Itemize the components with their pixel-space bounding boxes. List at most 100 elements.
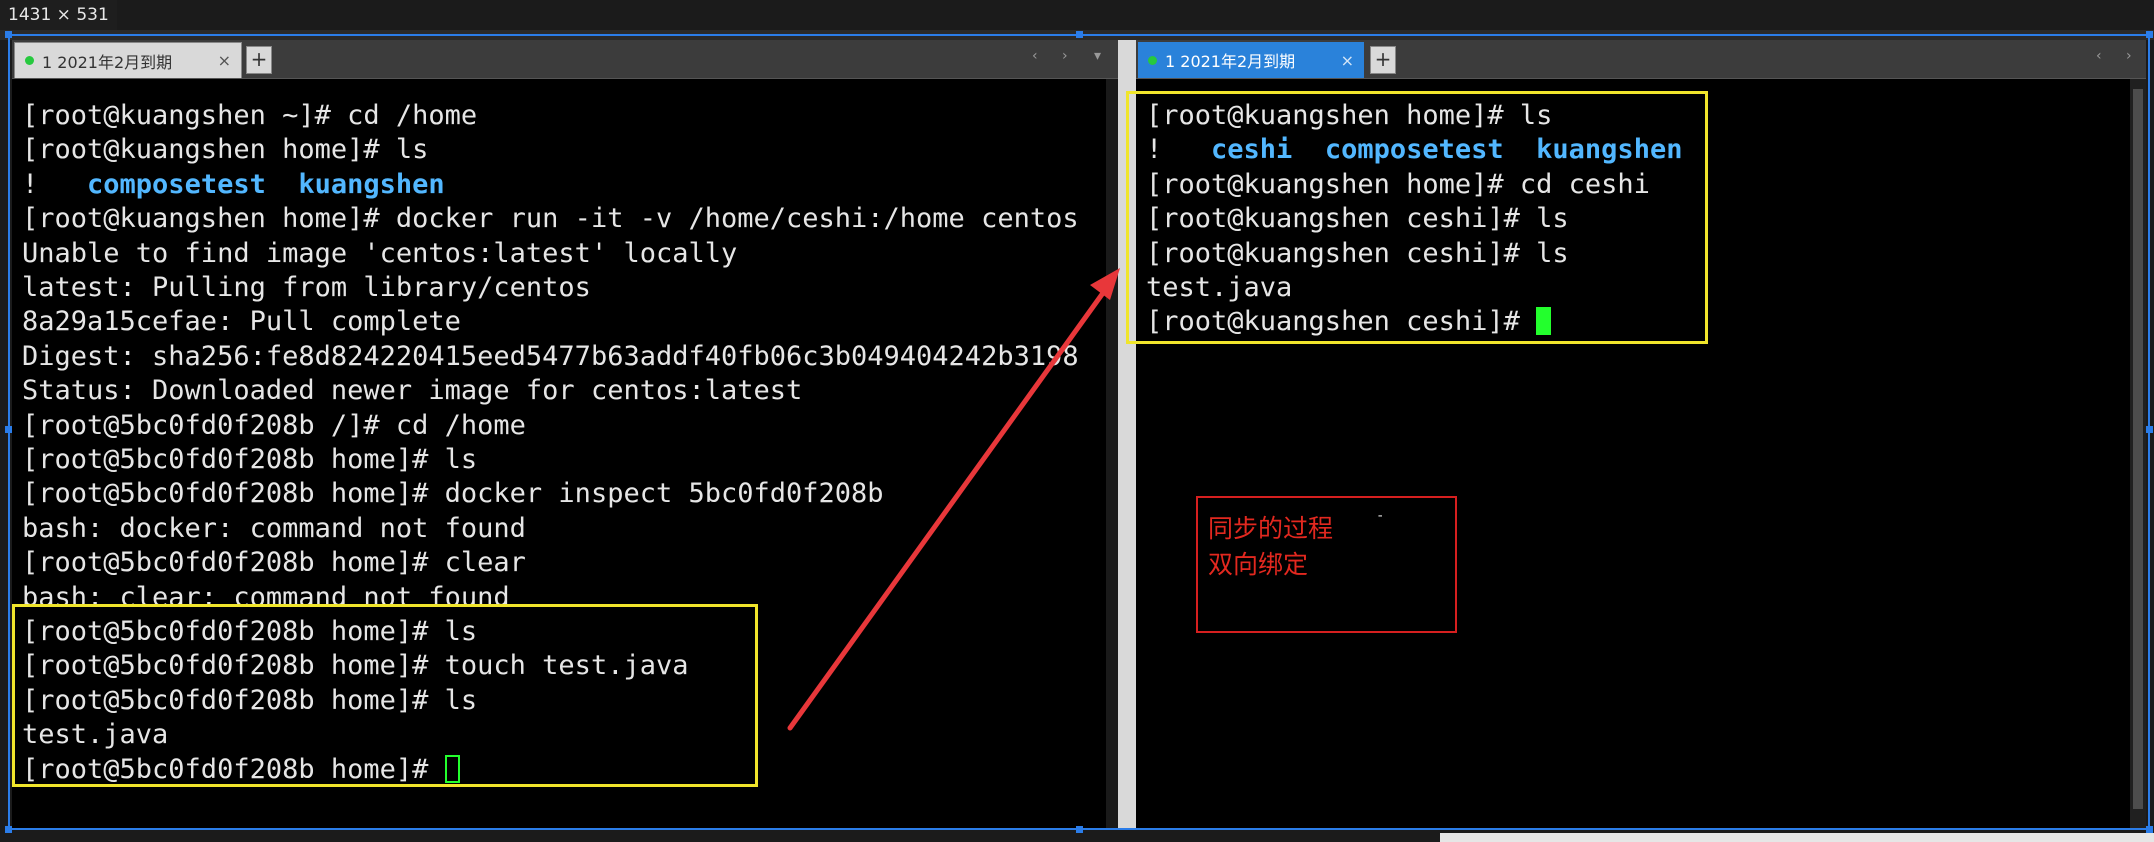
new-tab-button[interactable]: + [1370,46,1396,74]
terminal-line: [root@kuangshen home]# ls [1146,99,1552,133]
resize-handle[interactable] [5,426,12,433]
terminal-line: 8a29a15cefae: Pull complete [22,305,461,339]
terminal-text: Status: Downloaded newer image for cento… [22,375,803,407]
terminal-text: test.java [1146,272,1293,303]
tab-title: 1 2021年2月到期 [42,52,173,72]
tab-scroll-arrows-icon[interactable]: ‹ › [2096,48,2142,64]
terminal-text: [root@kuangshen ceshi]# ls [1146,203,1569,235]
terminal-line: test.java [22,718,168,752]
right-terminal-output[interactable]: [root@kuangshen home]# ls! ceshi compose… [1136,79,2146,830]
annotation-line-1: 同步的过程 [1208,514,1334,543]
left-tab-bar: 1 2021年2月到期 × + ‹ › ▾ [12,40,1118,79]
right-session-tab[interactable]: 1 2021年2月到期 × [1138,42,1364,78]
directory-name: kuangshen [298,168,445,200]
terminal-line: [root@5bc0fd0f208b home]# [22,753,460,787]
right-scrollbar[interactable] [2130,79,2146,830]
directory-name: composetest [87,168,266,200]
capture-size-label: 1431 × 531 [0,0,117,30]
terminal-text: Unable to find image 'centos:latest' loc… [22,237,738,269]
terminal-cursor [444,754,460,783]
terminal-text: [root@5bc0fd0f208b home]# docker inspect… [22,478,884,510]
annotation-dot: - [1376,508,1385,524]
terminal-line: [root@5bc0fd0f208b home]# touch test.jav… [22,649,688,683]
terminal-line: [root@5bc0fd0f208b home]# ls [22,684,477,718]
directory-name: ceshi [1211,134,1293,166]
terminal-text: [root@kuangshen home]# ls [22,134,429,166]
terminal-text: [root@5bc0fd0f208b home]# clear [22,547,526,579]
terminal-line: ! composetest kuangshen [22,168,445,202]
terminal-line: [root@kuangshen ceshi]# [1146,305,1552,339]
terminal-text: ! [22,168,88,200]
terminal-text: [root@kuangshen ~]# cd /home [22,100,478,131]
terminal-text: test.java [22,719,169,751]
terminal-text: [root@5bc0fd0f208b home]# ls [22,616,478,647]
terminal-text: [root@kuangshen home]# cd ceshi [1146,168,1650,200]
annotation-line-2: 双向绑定 [1208,550,1309,579]
connected-status-icon [25,56,34,65]
tab-scroll-arrows-icon[interactable]: ‹ › [1032,48,1078,64]
terminal-text: [root@kuangshen ceshi]# ls [1146,237,1569,269]
left-scrollbar[interactable] [1106,79,1118,830]
terminal-text: ! [1146,134,1212,166]
directory-name: kuangshen [1536,134,1683,166]
right-scrollbar-thumb[interactable] [2133,89,2143,809]
resize-handle[interactable] [2146,426,2153,433]
terminal-text: [root@kuangshen home]# docker run -it -v… [22,203,1079,235]
resize-handle[interactable] [1076,826,1083,833]
left-terminal-output[interactable]: [root@kuangshen ~]# cd /home [root@kuangs… [12,79,1118,830]
tab-title: 1 2021年2月到期 [1165,52,1296,71]
terminal-text: bash: clear: command not found [22,581,510,613]
annotation-note-box: 同步的过程 双向绑定 - [1196,496,1457,633]
terminal-text: [root@kuangshen home]# ls [1146,100,1553,131]
terminal-line: [root@5bc0fd0f208b home]# ls [22,615,477,649]
new-tab-button[interactable]: + [246,46,272,74]
terminal-text: [root@kuangshen ceshi]# [1146,306,1537,338]
terminal-line: [root@5bc0fd0f208b /]# cd /home [22,409,526,443]
resize-handle[interactable] [2146,31,2153,38]
tab-menu-icon[interactable]: ▾ [1094,48,1111,64]
resize-handle[interactable] [2146,826,2153,833]
resize-handle[interactable] [1076,31,1083,38]
terminal-text: [root@5bc0fd0f208b home]# ls [22,684,478,716]
connected-status-icon [1148,55,1157,65]
terminal-cursor [1536,307,1552,336]
terminal-text: Digest: sha256:fe8d824220415eed5477b63ad… [22,340,1079,372]
terminal-line: [root@kuangshen ceshi]# ls [1146,237,1569,271]
terminal-text: 8a29a15cefae: Pull complete [22,306,461,338]
terminal-line: [root@kuangshen home]# docker run -it -v… [22,202,1079,236]
terminal-line: bash: clear: command not found [22,581,510,615]
terminal-line: bash: docker: command not found [22,512,526,546]
terminal-text: bash: docker: command not found [22,512,526,544]
left-terminal-pane: 1 2021年2月到期 × + ‹ › ▾ [root@kuangshen ~]… [12,40,1118,830]
terminal-text: [root@5bc0fd0f208b home]# [22,753,445,785]
close-tab-icon[interactable]: × [218,51,231,70]
terminal-line: test.java [1146,271,1292,305]
bottom-strip [1440,833,2154,842]
right-tab-bar: 1 2021年2月到期 × + ‹ › [1136,40,2146,79]
terminal-line: [root@kuangshen ~]# cd /home [22,99,477,133]
terminal-line: [root@kuangshen ceshi]# ls [1146,202,1569,236]
resize-handle[interactable] [5,31,12,38]
pane-splitter[interactable] [1118,40,1136,830]
resize-handle[interactable] [5,826,12,833]
terminal-text: [root@5bc0fd0f208b home]# ls [22,444,478,475]
terminal-line: [root@5bc0fd0f208b home]# clear [22,546,526,580]
terminal-line: Status: Downloaded newer image for cento… [22,374,802,408]
terminal-line: [root@kuangshen home]# ls [22,133,428,167]
terminal-line: Unable to find image 'centos:latest' loc… [22,237,737,271]
terminal-text: [root@5bc0fd0f208b home]# touch test.jav… [22,650,689,682]
close-tab-icon[interactable]: × [1341,51,1354,70]
directory-name: composetest [1324,134,1504,166]
terminal-line: ! ceshi composetest kuangshen [1146,133,1682,167]
terminal-line: [root@5bc0fd0f208b home]# docker inspect… [22,477,884,511]
terminal-line: [root@5bc0fd0f208b home]# ls [22,443,477,477]
right-terminal-pane: 1 2021年2月到期 × + ‹ › [root@kuangshen home… [1136,40,2146,830]
left-session-tab[interactable]: 1 2021年2月到期 × [14,42,242,78]
terminal-text: [root@5bc0fd0f208b /]# cd /home [22,409,526,441]
terminal-line: Digest: sha256:fe8d824220415eed5477b63ad… [22,340,1079,374]
terminal-line: latest: Pulling from library/centos [22,271,591,305]
terminal-text: latest: Pulling from library/centos [22,272,591,303]
